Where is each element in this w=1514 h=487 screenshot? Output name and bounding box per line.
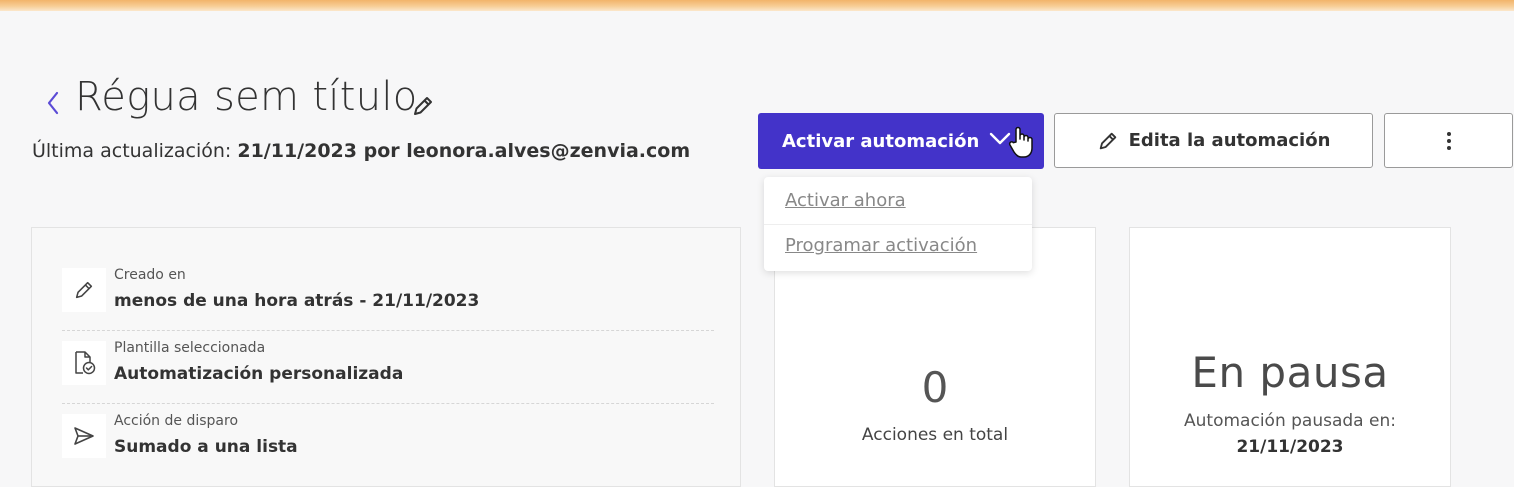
document-check-icon — [62, 341, 106, 385]
last-updated-label: Última actualización: — [32, 140, 238, 162]
pencil-icon — [1099, 132, 1116, 149]
edit-automation-button[interactable]: Edita la automación — [1054, 113, 1373, 168]
last-updated: Última actualización: 21/11/2023 por leo… — [32, 140, 690, 162]
edit-title-button[interactable] — [409, 92, 437, 120]
more-options-button[interactable] — [1384, 113, 1513, 168]
info-value: Sumado a una lista — [114, 437, 298, 457]
pencil-icon — [414, 97, 432, 115]
activate-automation-button[interactable]: Activar automación — [758, 113, 1044, 169]
chevron-left-icon — [47, 91, 59, 115]
info-row-created: Creado en menos de una hora atrás - 21/1… — [62, 258, 714, 331]
info-value: menos de una hora atrás - 21/11/2023 — [114, 291, 480, 311]
activate-dropdown-menu: Activar ahora Programar activación — [764, 177, 1032, 271]
edit-automation-label: Edita la automación — [1128, 130, 1331, 151]
page-title: Régua sem título — [75, 74, 418, 120]
kebab-menu-icon — [1446, 131, 1451, 150]
top-accent-bar — [0, 0, 1514, 11]
status-card: En pausa Automación pausada en: 21/11/20… — [1129, 227, 1451, 487]
last-updated-value: 21/11/2023 por leonora.alves@zenvia.com — [237, 140, 691, 162]
activate-automation-label: Activar automación — [782, 130, 980, 152]
back-button[interactable] — [40, 86, 66, 120]
menu-item-schedule-activation[interactable]: Programar activación — [785, 235, 977, 256]
menu-divider — [764, 224, 1032, 225]
info-label: Plantilla seleccionada — [114, 340, 266, 356]
actions-count: 0 — [921, 363, 949, 412]
actions-count-label: Acciones en total — [861, 425, 1009, 445]
info-row-template: Plantilla seleccionada Automatización pe… — [62, 331, 714, 404]
status-state: En pausa — [1191, 348, 1389, 397]
info-label: Acción de disparo — [114, 413, 239, 429]
status-date: 21/11/2023 — [1236, 437, 1344, 457]
hand-cursor-icon — [1008, 126, 1033, 158]
info-row-trigger: Acción de disparo Sumado a una lista — [62, 404, 714, 476]
status-label: Automación pausada en: — [1184, 411, 1396, 431]
automation-info-card: Creado en menos de una hora atrás - 21/1… — [31, 227, 741, 487]
menu-item-activate-now[interactable]: Activar ahora — [785, 190, 906, 211]
info-label: Creado en — [114, 267, 186, 283]
pencil-icon — [62, 268, 106, 312]
send-icon — [62, 414, 106, 458]
info-value: Automatización personalizada — [114, 364, 404, 384]
